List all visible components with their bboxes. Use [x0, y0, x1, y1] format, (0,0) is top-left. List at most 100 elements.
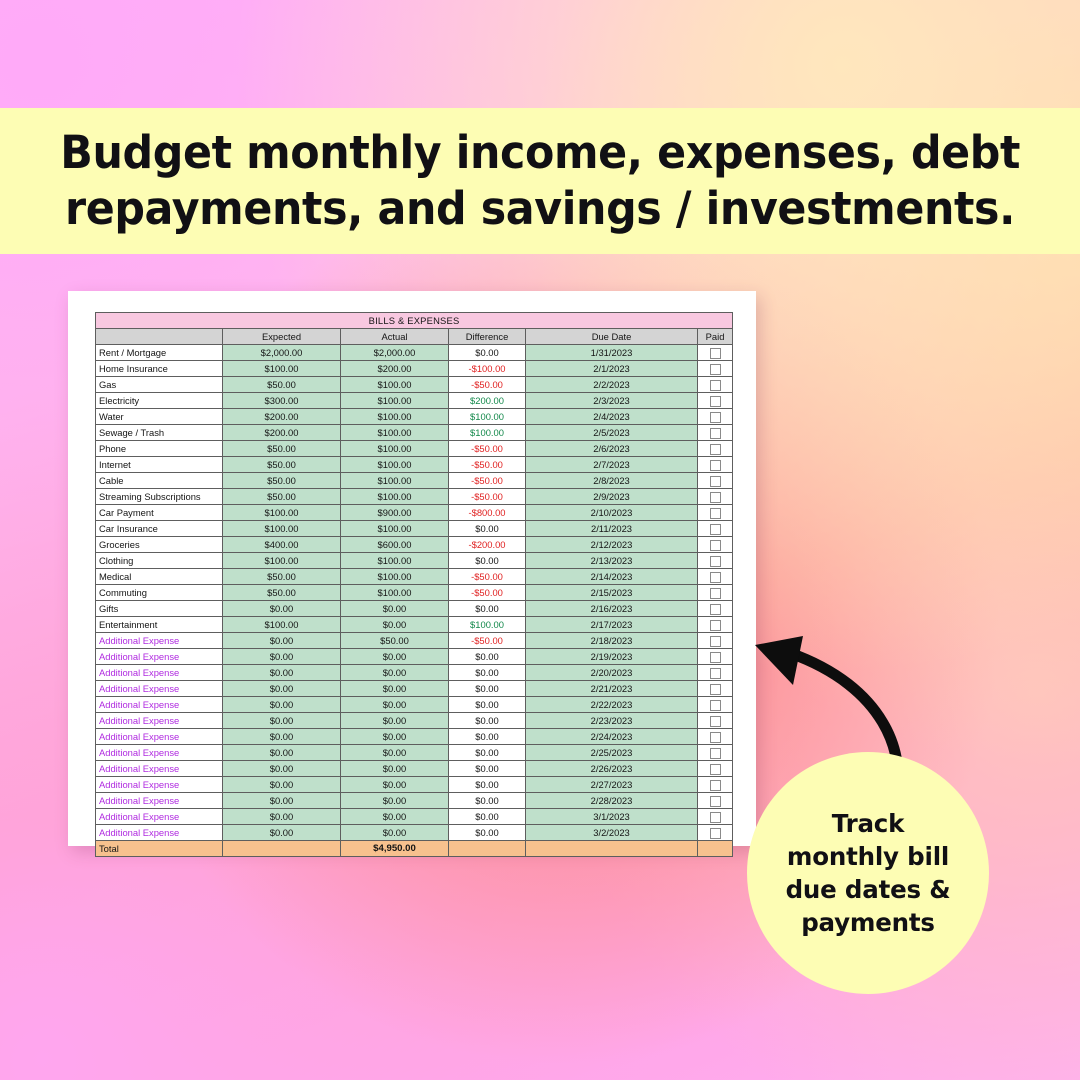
cell-actual[interactable]: $0.00: [340, 744, 449, 761]
paid-checkbox[interactable]: [709, 780, 721, 791]
cell-actual[interactable]: $100.00: [340, 552, 449, 569]
cell-category[interactable]: Water: [95, 408, 223, 425]
cell-actual[interactable]: $100.00: [340, 424, 449, 441]
cell-due-date[interactable]: 2/22/2023: [525, 696, 698, 713]
cell-actual[interactable]: $0.00: [340, 680, 449, 697]
cell-category[interactable]: Additional Expense: [95, 824, 223, 841]
cell-category[interactable]: Car Insurance: [95, 520, 223, 537]
cell-due-date[interactable]: 2/8/2023: [525, 472, 698, 489]
cell-category[interactable]: Additional Expense: [95, 808, 223, 825]
cell-due-date[interactable]: 2/28/2023: [525, 792, 698, 809]
cell-category[interactable]: Streaming Subscriptions: [95, 488, 223, 505]
paid-checkbox[interactable]: [709, 348, 721, 359]
cell-paid[interactable]: [696, 536, 734, 553]
paid-checkbox[interactable]: [709, 604, 721, 615]
cell-expected[interactable]: $300.00: [222, 392, 341, 409]
cell-paid[interactable]: [696, 680, 734, 697]
cell-due-date[interactable]: 2/10/2023: [525, 504, 698, 521]
cell-paid[interactable]: [696, 520, 734, 537]
cell-actual[interactable]: $0.00: [340, 792, 449, 809]
cell-due-date[interactable]: 2/14/2023: [525, 568, 698, 585]
cell-expected[interactable]: $0.00: [222, 600, 341, 617]
cell-paid[interactable]: [696, 360, 734, 377]
paid-checkbox[interactable]: [709, 364, 721, 375]
cell-due-date[interactable]: 2/9/2023: [525, 488, 698, 505]
cell-actual[interactable]: $100.00: [340, 376, 449, 393]
cell-actual[interactable]: $0.00: [340, 616, 449, 633]
paid-checkbox[interactable]: [709, 764, 721, 775]
cell-due-date[interactable]: 1/31/2023: [525, 344, 698, 361]
cell-category[interactable]: Additional Expense: [95, 696, 223, 713]
cell-actual[interactable]: $2,000.00: [340, 344, 449, 361]
cell-category[interactable]: Commuting: [95, 584, 223, 601]
cell-paid[interactable]: [696, 616, 734, 633]
paid-checkbox[interactable]: [709, 412, 721, 423]
cell-category[interactable]: Phone: [95, 440, 223, 457]
cell-expected[interactable]: $50.00: [222, 456, 341, 473]
cell-due-date[interactable]: 3/2/2023: [525, 824, 698, 841]
cell-actual[interactable]: $100.00: [340, 440, 449, 457]
cell-paid[interactable]: [696, 696, 734, 713]
cell-due-date[interactable]: 2/24/2023: [525, 728, 698, 745]
cell-category[interactable]: Additional Expense: [95, 728, 223, 745]
cell-paid[interactable]: [696, 408, 734, 425]
paid-checkbox[interactable]: [709, 556, 721, 567]
cell-expected[interactable]: $400.00: [222, 536, 341, 553]
cell-category[interactable]: Entertainment: [95, 616, 223, 633]
cell-paid[interactable]: [696, 760, 734, 777]
cell-due-date[interactable]: 2/26/2023: [525, 760, 698, 777]
paid-checkbox[interactable]: [709, 652, 721, 663]
paid-checkbox[interactable]: [709, 588, 721, 599]
cell-expected[interactable]: $0.00: [222, 808, 341, 825]
cell-due-date[interactable]: 2/3/2023: [525, 392, 698, 409]
paid-checkbox[interactable]: [709, 540, 721, 551]
cell-due-date[interactable]: 2/6/2023: [525, 440, 698, 457]
cell-expected[interactable]: $0.00: [222, 712, 341, 729]
cell-actual[interactable]: $600.00: [340, 536, 449, 553]
paid-checkbox[interactable]: [709, 428, 721, 439]
cell-actual[interactable]: $0.00: [340, 600, 449, 617]
cell-paid[interactable]: [696, 776, 734, 793]
cell-due-date[interactable]: 2/16/2023: [525, 600, 698, 617]
paid-checkbox[interactable]: [709, 812, 721, 823]
cell-paid[interactable]: [696, 344, 734, 361]
cell-expected[interactable]: $0.00: [222, 792, 341, 809]
paid-checkbox[interactable]: [709, 476, 721, 487]
cell-due-date[interactable]: 2/12/2023: [525, 536, 698, 553]
cell-category[interactable]: Additional Expense: [95, 792, 223, 809]
cell-actual[interactable]: $0.00: [340, 664, 449, 681]
cell-due-date[interactable]: 2/27/2023: [525, 776, 698, 793]
cell-due-date[interactable]: 2/19/2023: [525, 648, 698, 665]
cell-actual[interactable]: $0.00: [340, 824, 449, 841]
paid-checkbox[interactable]: [709, 460, 721, 471]
cell-paid[interactable]: [696, 472, 734, 489]
cell-expected[interactable]: $50.00: [222, 488, 341, 505]
cell-due-date[interactable]: 2/15/2023: [525, 584, 698, 601]
cell-expected[interactable]: $0.00: [222, 648, 341, 665]
cell-expected[interactable]: $100.00: [222, 520, 341, 537]
cell-expected[interactable]: $50.00: [222, 568, 341, 585]
cell-due-date[interactable]: 2/11/2023: [525, 520, 698, 537]
cell-actual[interactable]: $100.00: [340, 568, 449, 585]
cell-paid[interactable]: [696, 552, 734, 569]
paid-checkbox[interactable]: [709, 732, 721, 743]
cell-expected[interactable]: $0.00: [222, 664, 341, 681]
cell-category[interactable]: Additional Expense: [95, 680, 223, 697]
cell-category[interactable]: Home Insurance: [95, 360, 223, 377]
cell-paid[interactable]: [696, 600, 734, 617]
cell-paid[interactable]: [696, 712, 734, 729]
paid-checkbox[interactable]: [709, 572, 721, 583]
cell-category[interactable]: Electricity: [95, 392, 223, 409]
cell-due-date[interactable]: 2/25/2023: [525, 744, 698, 761]
cell-category[interactable]: Additional Expense: [95, 744, 223, 761]
cell-due-date[interactable]: 2/17/2023: [525, 616, 698, 633]
cell-category[interactable]: Additional Expense: [95, 648, 223, 665]
cell-expected[interactable]: $0.00: [222, 632, 341, 649]
cell-actual[interactable]: $100.00: [340, 472, 449, 489]
cell-category[interactable]: Sewage / Trash: [95, 424, 223, 441]
paid-checkbox[interactable]: [709, 668, 721, 679]
cell-category[interactable]: Additional Expense: [95, 712, 223, 729]
paid-checkbox[interactable]: [709, 492, 721, 503]
cell-category[interactable]: Cable: [95, 472, 223, 489]
cell-due-date[interactable]: 3/1/2023: [525, 808, 698, 825]
